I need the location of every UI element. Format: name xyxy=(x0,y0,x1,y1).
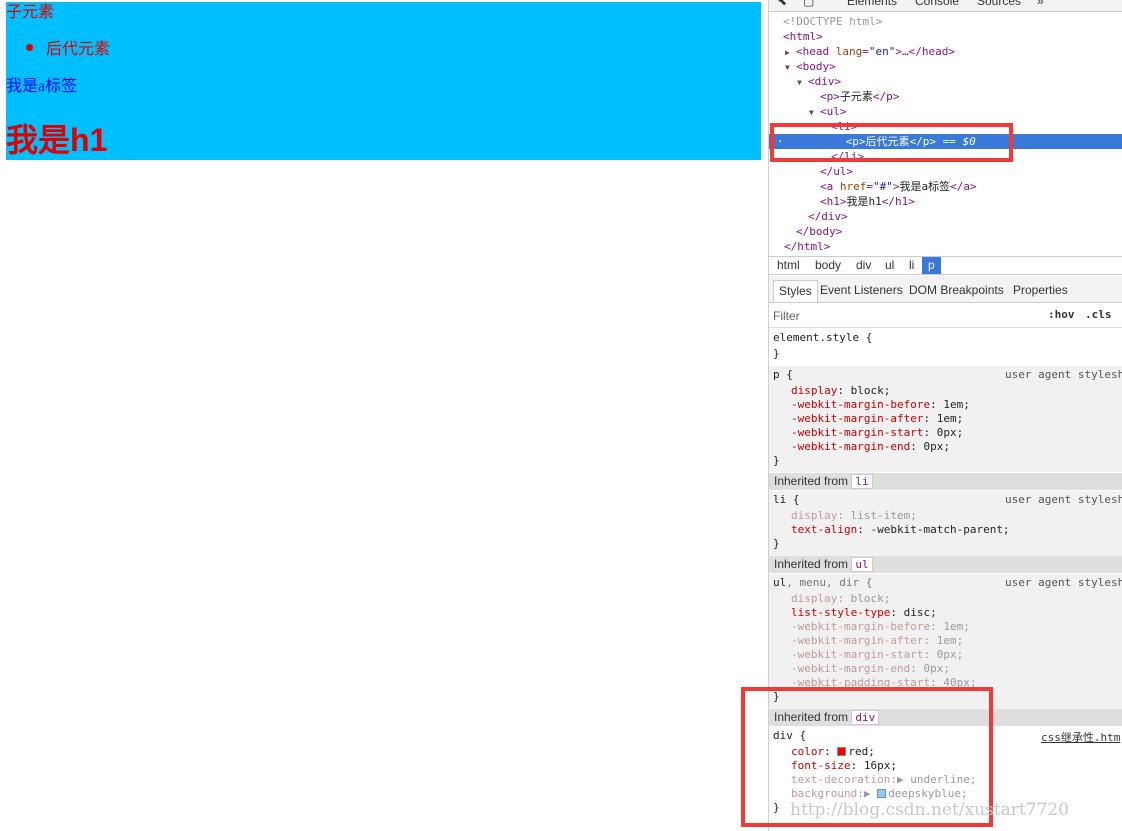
ua-stylesheet-label: user agent stylesh xyxy=(1005,576,1122,589)
expanded-triangle-icon[interactable]: ▼ xyxy=(797,75,808,90)
dom-html-open[interactable]: <html> xyxy=(769,29,1122,44)
dom-body-close[interactable]: </body> xyxy=(769,224,1122,239)
styles-subtabs: Styles Event Listeners DOM Breakpoints P… xyxy=(769,276,1122,303)
css-declaration[interactable]: background:▶ deepskyblue; xyxy=(791,787,968,801)
child-paragraph: 子元素 xyxy=(6,4,55,21)
css-declaration[interactable]: -webkit-margin-after: 1em; xyxy=(791,412,963,426)
dom-div[interactable]: ▼ <div> xyxy=(769,74,1122,89)
dom-a[interactable]: <a href="#">我是a标签</a> xyxy=(769,179,1122,194)
color-swatch-icon[interactable] xyxy=(837,747,847,756)
descendant-paragraph: 后代元素 xyxy=(46,41,111,58)
expand-triangle-icon: ▶ xyxy=(896,773,911,786)
breadcrumb-ul[interactable]: ul xyxy=(879,257,900,274)
css-declaration[interactable]: -webkit-margin-after: 1em; xyxy=(791,634,963,648)
css-declaration[interactable]: text-decoration:▶ underline; xyxy=(791,773,976,787)
dom-selected-p[interactable]: · <p>后代元素</p> == $0 xyxy=(769,134,1122,149)
ua-stylesheet-label: user agent stylesh xyxy=(1005,368,1122,381)
tab-dom-breakpoints[interactable]: DOM Breakpoints xyxy=(904,280,1009,302)
css-declaration[interactable]: display: block; xyxy=(791,592,890,606)
dom-li-close[interactable]: </li> xyxy=(769,149,1122,164)
p-rule: p { user agent stylesh display: block; -… xyxy=(769,366,1122,472)
dom-li-open[interactable]: <li> xyxy=(769,119,1122,134)
css-declaration[interactable]: -webkit-margin-start: 0px; xyxy=(791,648,963,662)
inherited-ul-tag[interactable]: ul xyxy=(851,557,873,572)
ul-rule: ul, menu, dir { user agent stylesh displ… xyxy=(769,574,1122,709)
css-declaration[interactable]: text-align: -webkit-match-parent; xyxy=(791,523,1010,537)
color-swatch-icon[interactable] xyxy=(877,789,887,798)
dom-div-close[interactable]: </div> xyxy=(769,209,1122,224)
tab-styles[interactable]: Styles xyxy=(773,280,818,302)
li-rule: li { user agent stylesh display: list-it… xyxy=(769,491,1122,556)
css-declaration[interactable]: list-style-type: disc; xyxy=(791,606,937,620)
device-toggle-icon[interactable]: ▢ xyxy=(803,0,814,8)
page-viewport: 子元素 后代元素 我是a标签 我是h1 xyxy=(0,0,768,831)
css-declaration[interactable]: display: list-item; xyxy=(791,509,917,523)
tab-console[interactable]: Console xyxy=(915,0,959,8)
expanded-triangle-icon[interactable]: ▼ xyxy=(785,60,796,75)
ul-rule-selector: ul, menu, dir { xyxy=(773,576,873,589)
inherited-from-li-header: Inherited from li xyxy=(769,473,1122,490)
inherited-div-tag[interactable]: div xyxy=(851,710,880,725)
element-style-rule: element.style { } xyxy=(769,330,1122,366)
css-declaration[interactable]: font-size: 16px; xyxy=(791,759,897,773)
p-rule-selector: p { xyxy=(773,368,793,381)
breadcrumb-p[interactable]: p xyxy=(922,257,941,274)
css-declaration[interactable]: color: red; xyxy=(791,745,875,759)
class-toggle-button[interactable]: .cls xyxy=(1085,308,1112,321)
tab-sources[interactable]: Sources xyxy=(977,0,1021,8)
rule-close-brace: } xyxy=(773,690,780,703)
inherited-li-tag[interactable]: li xyxy=(851,474,873,489)
collapsed-triangle-icon[interactable]: ▶ xyxy=(785,45,796,60)
dom-doctype[interactable]: <!DOCTYPE html> xyxy=(769,14,1122,29)
breadcrumb: html body div ul li p xyxy=(769,256,1122,275)
devtools-panel: ⬉ ▢ Elements Console Sources » <!DOCTYPE… xyxy=(768,0,1122,831)
element-style-selector[interactable]: element.style { xyxy=(773,331,872,345)
rule-close-brace: } xyxy=(773,801,780,814)
inherited-from-div-header: Inherited from div xyxy=(769,709,1122,726)
css-declaration[interactable]: -webkit-padding-start: 40px; xyxy=(791,676,976,690)
anchor-link[interactable]: 我是a标签 xyxy=(6,78,77,96)
li-rule-selector: li { xyxy=(773,493,800,506)
expanded-triangle-icon[interactable]: ▼ xyxy=(809,105,820,120)
page-heading-h1: 我是h1 xyxy=(6,122,108,158)
expand-triangle-icon: ▶ xyxy=(863,787,878,800)
dom-tree: <!DOCTYPE html> <html> ▶ <head lang="en">… xyxy=(769,14,1122,256)
dom-ul-close[interactable]: </ul> xyxy=(769,164,1122,179)
dom-p[interactable]: <p>子元素</p> xyxy=(769,89,1122,104)
dom-html-close[interactable]: </html> xyxy=(769,239,1122,254)
breadcrumb-body[interactable]: body xyxy=(809,257,847,274)
inspect-icon[interactable]: ⬉ xyxy=(777,0,787,8)
div-rule-selector: div { xyxy=(773,729,807,742)
inherited-from-ul-header: Inherited from ul xyxy=(769,556,1122,573)
demo-div-container: 子元素 后代元素 我是a标签 我是h1 xyxy=(6,2,761,160)
rule-close-brace: } xyxy=(773,347,780,360)
tab-properties[interactable]: Properties xyxy=(1008,280,1073,302)
styles-filter-input[interactable] xyxy=(773,307,993,325)
css-declaration[interactable]: display: block; xyxy=(791,384,890,398)
css-declaration[interactable]: -webkit-margin-end: 0px; xyxy=(791,440,950,454)
dom-ul[interactable]: ▼ <ul> xyxy=(769,104,1122,119)
breadcrumb-html[interactable]: html xyxy=(771,257,806,274)
stylesheet-source-link[interactable]: css继承性.htm xyxy=(1041,729,1120,745)
rule-close-brace: } xyxy=(773,537,780,550)
hover-state-button[interactable]: :hov xyxy=(1048,308,1075,321)
watermark: http://blog.csdn.net/xustart7720 xyxy=(790,800,1070,820)
css-declaration[interactable]: -webkit-margin-start: 0px; xyxy=(791,426,963,440)
dom-head[interactable]: ▶ <head lang="en">…</head> xyxy=(769,44,1122,59)
ua-stylesheet-label: user agent stylesh xyxy=(1005,493,1122,506)
dom-h1[interactable]: <h1>我是h1</h1> xyxy=(769,194,1122,209)
css-declaration[interactable]: -webkit-margin-end: 0px; xyxy=(791,662,950,676)
breadcrumb-li[interactable]: li xyxy=(903,257,920,274)
tab-elements[interactable]: Elements xyxy=(847,0,897,8)
breadcrumb-div[interactable]: div xyxy=(850,257,877,274)
dom-body[interactable]: ▼ <body> xyxy=(769,59,1122,74)
devtools-toolbar: ⬉ ▢ Elements Console Sources » xyxy=(769,0,1122,12)
styles-filter-bar: :hov .cls xyxy=(769,304,1122,328)
list-bullet xyxy=(26,44,33,51)
css-declaration[interactable]: -webkit-margin-before: 1em; xyxy=(791,620,970,634)
css-declaration[interactable]: -webkit-margin-before: 1em; xyxy=(791,398,970,412)
tab-event-listeners[interactable]: Event Listeners xyxy=(815,280,908,302)
rule-close-brace: } xyxy=(773,454,780,467)
more-tabs-icon[interactable]: » xyxy=(1037,0,1044,8)
